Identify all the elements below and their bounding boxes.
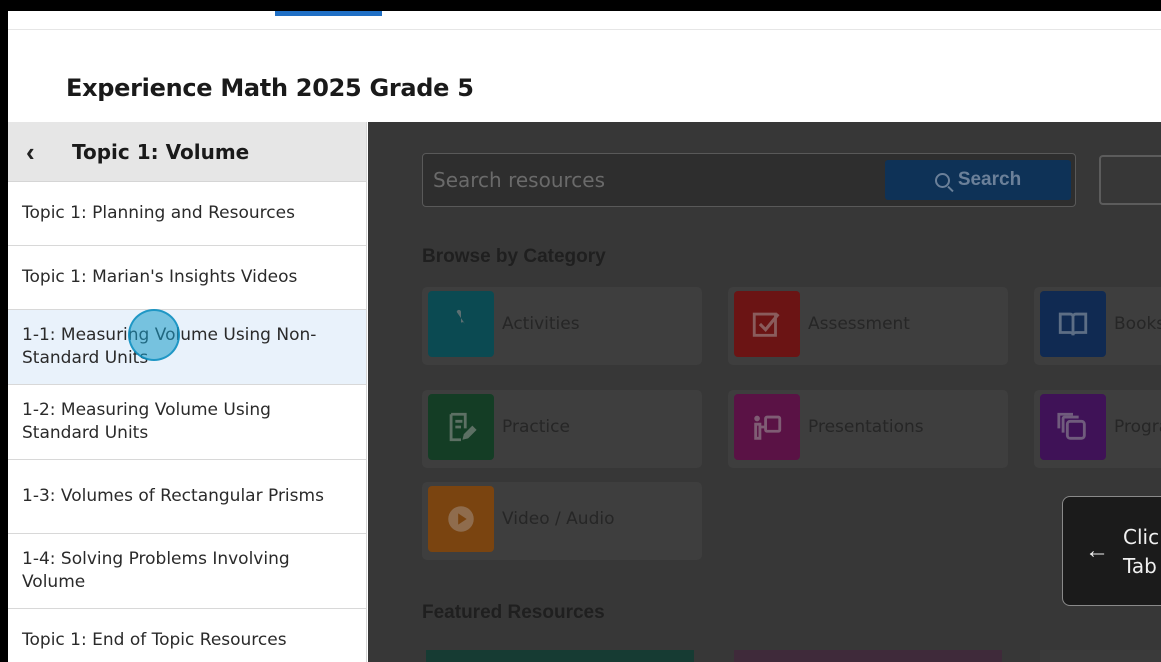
sidebar-item-lesson-1-2[interactable]: 1-2: Measuring Volume Using Standard Uni… (8, 385, 366, 460)
pencil-doc-icon (428, 394, 494, 460)
category-card-practice[interactable]: Practice (422, 390, 702, 468)
sidebar-item-insights-videos[interactable]: Topic 1: Marian's Insights Videos (8, 246, 366, 310)
presentation-icon (734, 394, 800, 460)
sidebar-item-lesson-1-4[interactable]: 1-4: Solving Problems Involving Volume (8, 534, 366, 609)
callout-line-1: Clic (1123, 525, 1160, 549)
category-card-books[interactable]: Books / (1034, 287, 1161, 365)
category-card-activities[interactable]: Activities (422, 287, 702, 365)
hand-pointer-icon (428, 291, 494, 357)
checkbox-icon (734, 291, 800, 357)
category-label: Activities (502, 314, 580, 334)
category-label: Video / Audio (502, 509, 615, 529)
browse-category-title: Browse by Category (422, 246, 606, 267)
callout-text: Clic Tab (1123, 523, 1160, 581)
active-tab-indicator (275, 11, 382, 16)
callout-line-2: Tab (1123, 554, 1157, 578)
click-indicator (128, 309, 180, 361)
sidebar-item-label: 1-2: Measuring Volume Using Standard Uni… (22, 400, 271, 443)
sidebar-item-label: 1-3: Volumes of Rectangular Prisms (22, 486, 324, 506)
featured-resources-title: Featured Resources (422, 602, 605, 623)
filter-button[interactable] (1099, 155, 1161, 205)
topic-sidebar: ‹ Topic 1: Volume Topic 1: Planning and … (8, 122, 367, 662)
search-button[interactable]: Search (885, 160, 1071, 200)
sidebar-item-label: Topic 1: End of Topic Resources (22, 630, 287, 650)
search-bar: Search (422, 153, 1076, 207)
category-label: Books / (1114, 314, 1161, 334)
sidebar-item-label: 1-1: Measuring Volume Using Non-Standard… (22, 325, 317, 368)
search-button-label: Search (957, 169, 1022, 190)
sidebar-item-label: 1-4: Solving Problems Involving Volume (22, 549, 290, 592)
category-card-presentations[interactable]: Presentations (728, 390, 1008, 468)
page-title: Experience Math 2025 Grade 5 (66, 74, 474, 102)
category-card-video-audio[interactable]: Video / Audio (422, 482, 702, 560)
chevron-left-icon[interactable]: ‹ (26, 139, 48, 165)
sidebar-back-header[interactable]: ‹ Topic 1: Volume (8, 122, 366, 182)
featured-card-3[interactable] (1040, 650, 1161, 662)
category-card-programs[interactable]: Progra (1034, 390, 1161, 468)
category-card-assessment[interactable]: Assessment (728, 287, 1008, 365)
search-icon (934, 172, 950, 188)
featured-card-1[interactable] (426, 650, 694, 662)
category-label: Practice (502, 417, 570, 437)
book-icon (1040, 291, 1106, 357)
sidebar-item-end-of-topic[interactable]: Topic 1: End of Topic Resources (8, 609, 366, 662)
sidebar-item-planning-resources[interactable]: Topic 1: Planning and Resources (8, 182, 366, 246)
search-input[interactable] (433, 154, 873, 206)
category-label: Presentations (808, 417, 924, 437)
sidebar-back-label: Topic 1: Volume (72, 139, 250, 164)
sidebar-item-label: Topic 1: Marian's Insights Videos (22, 267, 298, 287)
play-icon (428, 486, 494, 552)
page-header: Experience Math 2025 Grade 5 (8, 30, 1161, 122)
sidebar-item-lesson-1-3[interactable]: 1-3: Volumes of Rectangular Prisms (8, 460, 366, 534)
sidebar-item-lesson-1-1[interactable]: 1-1: Measuring Volume Using Non-Standard… (8, 310, 366, 385)
category-label: Progra (1114, 417, 1161, 437)
stack-icon (1040, 394, 1106, 460)
tour-callout[interactable]: ← Clic Tab (1062, 496, 1161, 606)
resources-panel-overlay: Search Browse by Category Activities Ass… (368, 122, 1161, 662)
arrow-left-icon: ← (1085, 537, 1109, 564)
featured-card-2[interactable] (734, 650, 1002, 662)
sidebar-item-label: Topic 1: Planning and Resources (22, 203, 295, 223)
category-label: Assessment (808, 314, 910, 334)
app-frame: Experience Math 2025 Grade 5 ‹ Topic 1: … (8, 11, 1161, 662)
